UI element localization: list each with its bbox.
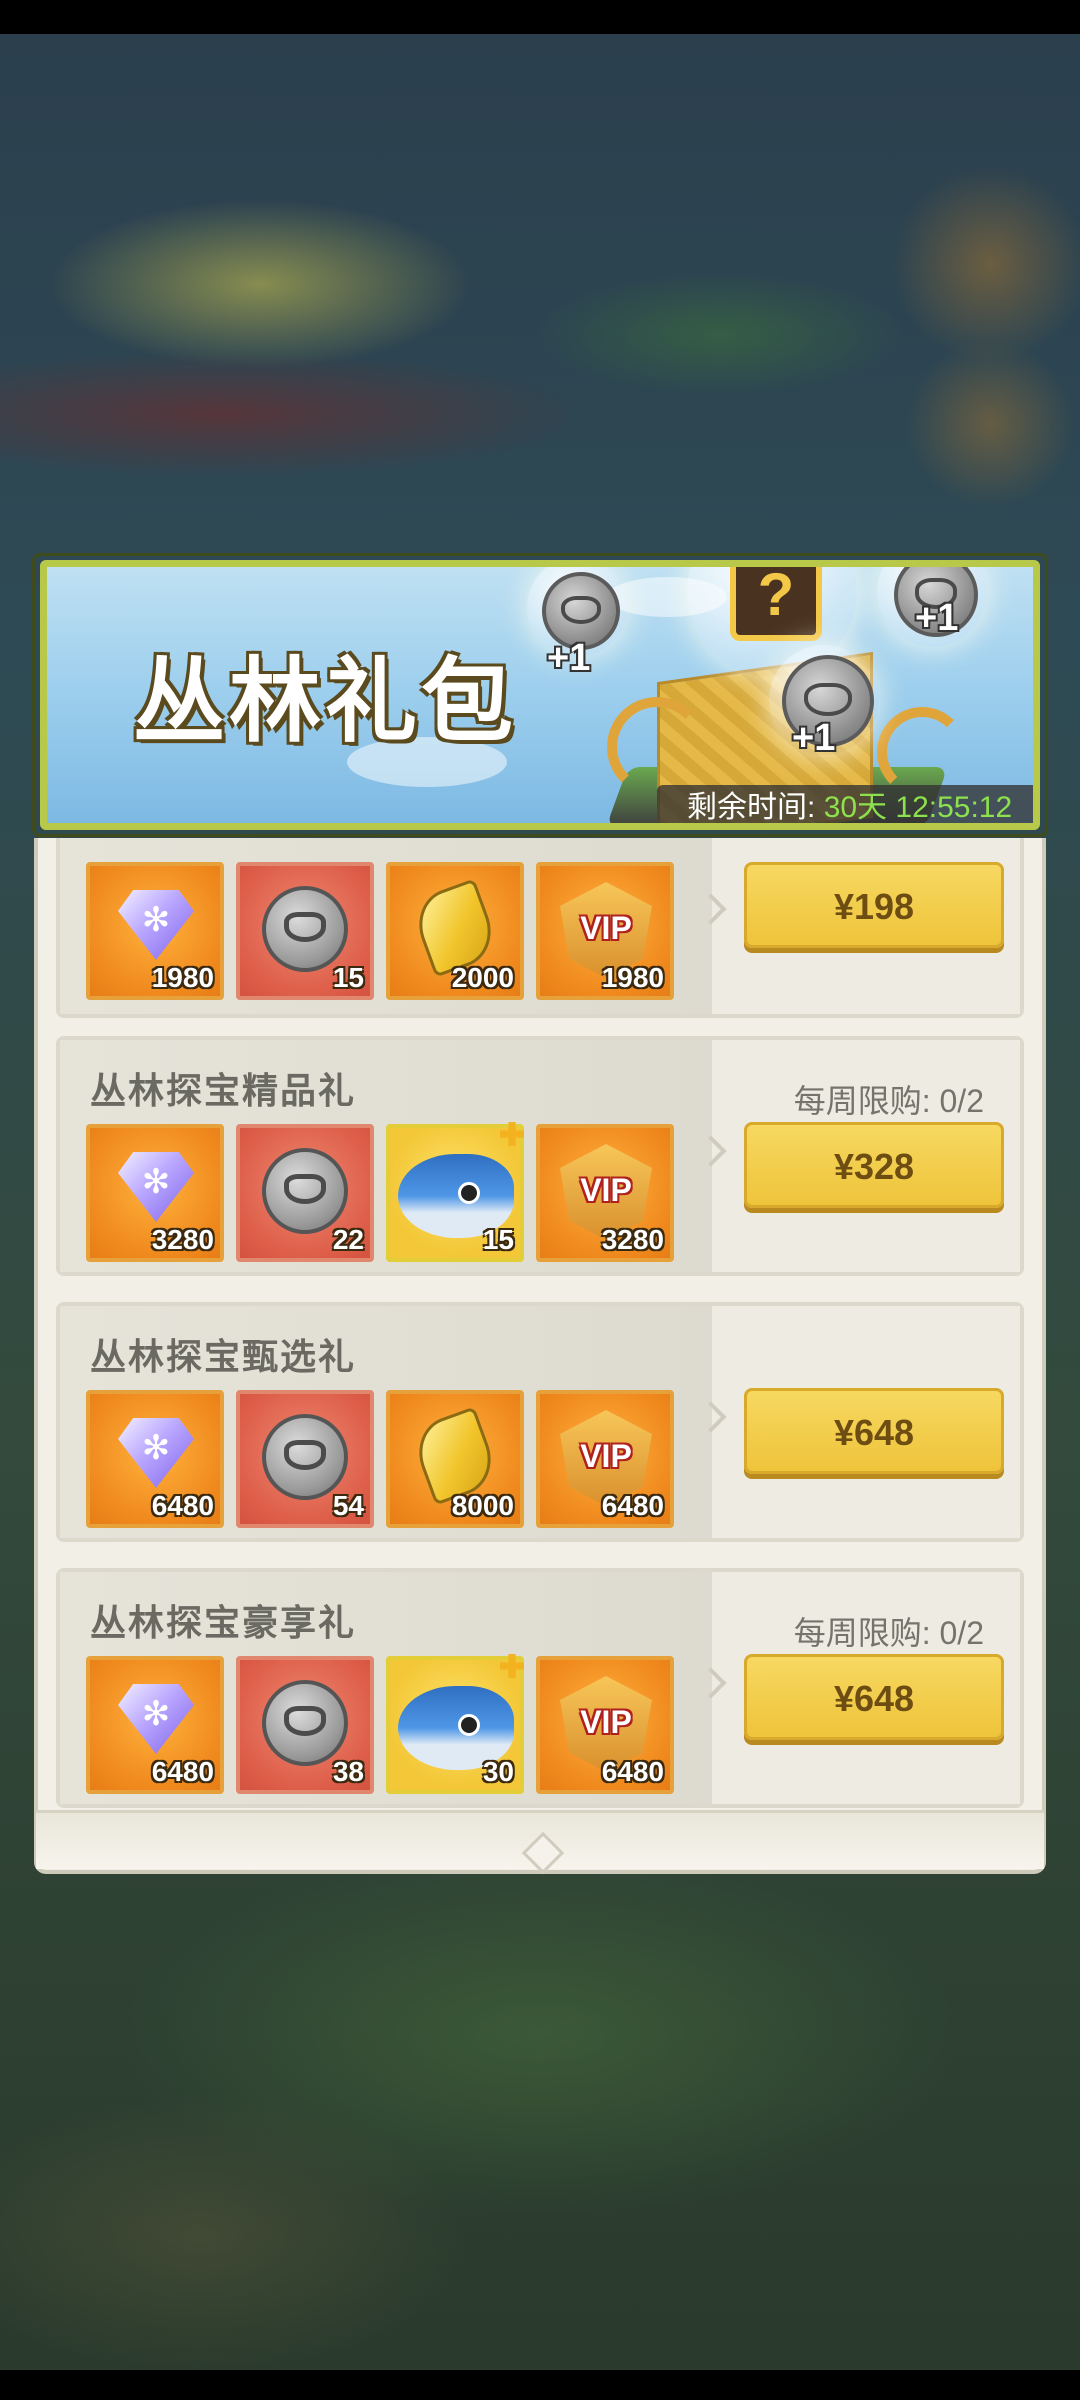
gem-icon — [118, 890, 194, 960]
coin-icon — [262, 1414, 348, 1500]
buy-button[interactable]: ¥648 — [744, 1654, 1004, 1740]
plus-one-label: +1 — [915, 597, 959, 639]
item-count: 22 — [332, 1224, 364, 1255]
item-count: 6480 — [601, 1490, 664, 1521]
reward-item-coin[interactable]: 54 — [236, 1390, 374, 1528]
reward-item-vip[interactable]: VIP 6480 — [536, 1390, 674, 1528]
gem-icon — [118, 1684, 194, 1754]
buy-button[interactable]: ¥328 — [744, 1122, 1004, 1208]
question-mark-icon: ? — [730, 567, 822, 641]
item-count: 1980 — [601, 962, 664, 993]
banner-title: 丛林礼包 — [133, 651, 518, 753]
jungle-gift-banner: 丛林礼包 ? +1 +1 +1 剩余时间: 30天 12:55:12 — [40, 560, 1040, 830]
reward-item-coin[interactable]: 22 — [236, 1124, 374, 1262]
item-count: 1980 — [151, 962, 214, 993]
ribbon-decoration — [607, 697, 707, 797]
reward-item-fish-pet[interactable]: 30 — [386, 1654, 524, 1794]
gift-pack-row: 丛林探宝精品礼 每周限购: 0/2 ¥328 3280 22 15 VIP 32… — [56, 1036, 1024, 1276]
pack-title: 丛林探宝豪享礼 — [90, 1602, 357, 1643]
plus-badge-icon — [500, 1122, 524, 1146]
pack-title: 丛林探宝精品礼 — [90, 1070, 357, 1111]
reward-item-vip[interactable]: VIP 6480 — [536, 1656, 674, 1794]
gift-pack-row: 丛林探宝豪享礼 每周限购: 0/2 ¥648 6480 38 30 VIP 64… — [56, 1568, 1024, 1808]
plus-badge-icon — [500, 1654, 524, 1678]
gift-pack-row: ¥198 1980 15 2000 VIP 1980 — [56, 838, 1024, 1018]
item-count: 6480 — [601, 1756, 664, 1787]
plus-one-label: +1 — [547, 637, 591, 679]
item-count: 15 — [482, 1224, 514, 1255]
item-count: 3280 — [601, 1224, 664, 1255]
coin-icon — [262, 1148, 348, 1234]
gift-pack-row: 丛林探宝甄选礼 ¥648 6480 54 8000 VIP 6480 — [56, 1302, 1024, 1542]
gem-icon — [118, 1418, 194, 1488]
gem-icon — [118, 1152, 194, 1222]
pack-title: 丛林探宝甄选礼 — [90, 1336, 357, 1377]
item-count: 15 — [332, 962, 364, 993]
item-count: 3280 — [151, 1224, 214, 1255]
reward-item-vip[interactable]: VIP 3280 — [536, 1124, 674, 1262]
plus-one-label: +1 — [792, 717, 836, 759]
item-count: 30 — [482, 1756, 514, 1787]
timer-label: 剩余时间: — [687, 791, 816, 824]
buy-button[interactable]: ¥648 — [744, 1388, 1004, 1474]
reward-item-leaf[interactable]: 2000 — [386, 862, 524, 1000]
item-count: 6480 — [151, 1756, 214, 1787]
coin-icon — [262, 1680, 348, 1766]
item-count: 8000 — [451, 1490, 514, 1521]
reward-item-gem[interactable]: 6480 — [86, 1656, 224, 1794]
reward-item-vip[interactable]: VIP 1980 — [536, 862, 674, 1000]
remaining-time: 剩余时间: 30天 12:55:12 — [657, 785, 1033, 824]
item-count: 6480 — [151, 1490, 214, 1521]
weekly-limit: 每周限购: 0/2 — [793, 1083, 984, 1119]
item-count: 38 — [332, 1756, 364, 1787]
navigation-bar — [0, 2370, 1080, 2400]
reward-item-gem[interactable]: 3280 — [86, 1124, 224, 1262]
weekly-limit: 每周限购: 0/2 — [793, 1615, 984, 1651]
reward-item-fish-pet[interactable]: 15 — [386, 1122, 524, 1262]
reward-item-leaf[interactable]: 8000 — [386, 1390, 524, 1528]
coin-icon — [262, 886, 348, 972]
reward-item-gem[interactable]: 6480 — [86, 1390, 224, 1528]
reward-item-coin[interactable]: 38 — [236, 1656, 374, 1794]
timer-value: 30天 12:55:12 — [823, 791, 1013, 824]
buy-button[interactable]: ¥198 — [744, 862, 1004, 948]
reward-item-gem[interactable]: 1980 — [86, 862, 224, 1000]
item-count: 54 — [332, 1490, 364, 1521]
ribbon-decoration — [877, 707, 967, 797]
status-bar — [0, 0, 1080, 34]
reward-item-coin[interactable]: 15 — [236, 862, 374, 1000]
item-count: 2000 — [451, 962, 514, 993]
